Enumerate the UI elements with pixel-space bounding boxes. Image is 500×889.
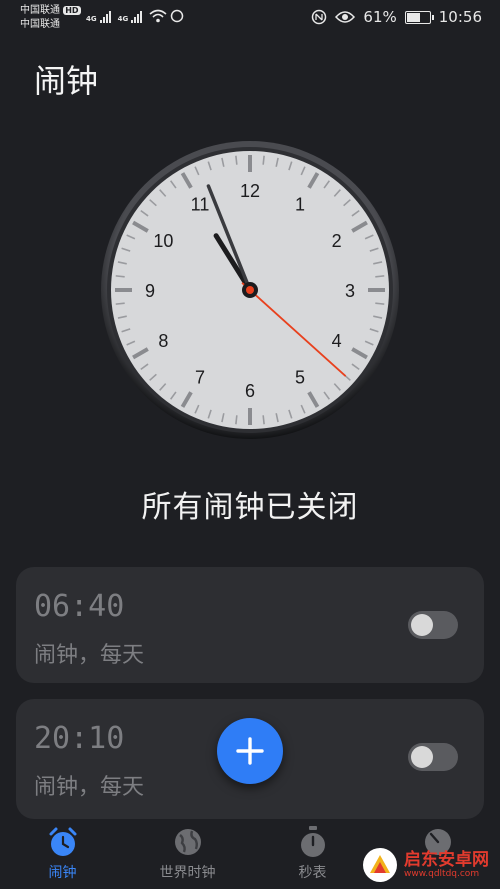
tab-stopwatch[interactable]: 秒表 — [250, 819, 375, 889]
carrier-info: 中国联通 HD 中国联通 — [20, 4, 81, 32]
clock-numeral: 9 — [145, 281, 155, 301]
status-right: 61% 10:56 — [311, 8, 482, 26]
alarm-label: 闹钟，每天 — [34, 775, 145, 800]
clock-numeral: 1 — [295, 194, 305, 214]
add-alarm-button[interactable] — [217, 718, 283, 784]
watermark: 启东安卓网 www.qdltdq.com — [362, 843, 494, 887]
clock-numeral: 10 — [153, 231, 173, 251]
wifi-icon — [149, 9, 167, 23]
alarm-label: 闹钟，每天 — [34, 643, 145, 668]
net-type-1: 4G — [86, 15, 97, 23]
tab-world-clock[interactable]: 世界时钟 — [125, 819, 250, 889]
nfc-icon — [312, 9, 327, 25]
signal-indicators: 4G 4G — [86, 9, 184, 23]
page-title: 闹钟 — [34, 62, 99, 100]
clock-numeral: 3 — [345, 281, 355, 301]
analog-clock: 12 1 2 3 4 5 6 7 8 9 10 11 — [100, 140, 400, 440]
watermark-url: www.qdltdq.com — [404, 869, 480, 879]
clock-numeral: 6 — [245, 381, 255, 401]
minute-tick — [235, 155, 238, 165]
status-bar: 中国联通 HD 中国联通 4G 4G 61% 10:56 — [0, 0, 500, 36]
clock-face: 121234567891011 — [101, 141, 399, 439]
tab-world-clock-label: 世界时钟 — [159, 865, 216, 881]
minute-tick — [262, 155, 265, 165]
alarms-status-message: 所有闹钟已关闭 — [141, 490, 359, 525]
alarm-clock-icon — [49, 827, 76, 856]
plus-icon — [236, 737, 264, 765]
battery-fill — [406, 12, 420, 22]
alarm-time: 20:10 — [34, 721, 125, 756]
clock-numeral: 8 — [158, 331, 168, 351]
clock-numeral: 2 — [332, 231, 342, 251]
tab-alarm[interactable]: 闹钟 — [0, 819, 125, 889]
clock-numeral: 4 — [332, 331, 342, 351]
toggle-knob — [411, 746, 433, 768]
carrier-2: 中国联通 — [20, 19, 60, 30]
clock-numeral: 12 — [240, 181, 260, 201]
stopwatch-icon — [300, 826, 325, 857]
eye-icon — [335, 11, 356, 23]
status-time: 10:56 — [438, 8, 482, 26]
tab-alarm-label: 闹钟 — [48, 865, 77, 881]
carrier-1: 中国联通 — [20, 5, 60, 16]
alarm-toggle[interactable] — [408, 743, 458, 771]
alarm-toggle[interactable] — [408, 611, 458, 639]
toggle-knob — [411, 614, 433, 636]
minute-tick — [115, 275, 125, 278]
hd-badge: HD — [63, 6, 81, 15]
clock-numeral: 11 — [191, 194, 210, 214]
alarm-time: 06:40 — [34, 589, 125, 624]
signal-icon — [131, 11, 143, 23]
tab-stopwatch-label: 秒表 — [298, 865, 327, 881]
clock-center-dot — [246, 286, 254, 294]
minute-tick — [375, 302, 385, 305]
globe-icon — [174, 829, 201, 855]
net-type-2: 4G — [117, 15, 129, 23]
battery-icon — [404, 10, 434, 24]
signal-icon — [99, 11, 111, 23]
watermark-text: 启东安卓网 — [404, 850, 489, 870]
clock-numeral: 7 — [195, 368, 205, 388]
minute-tick — [115, 302, 125, 305]
alarm-card[interactable]: 06:40 闹钟，每天 — [16, 567, 484, 683]
minute-tick — [375, 275, 385, 278]
minute-tick — [262, 415, 265, 425]
minute-tick — [235, 415, 238, 425]
battery-percent: 61% — [363, 8, 397, 26]
loading-ring-icon — [171, 9, 184, 23]
watermark-logo-icon — [363, 848, 397, 882]
clock-numeral: 5 — [295, 368, 305, 388]
